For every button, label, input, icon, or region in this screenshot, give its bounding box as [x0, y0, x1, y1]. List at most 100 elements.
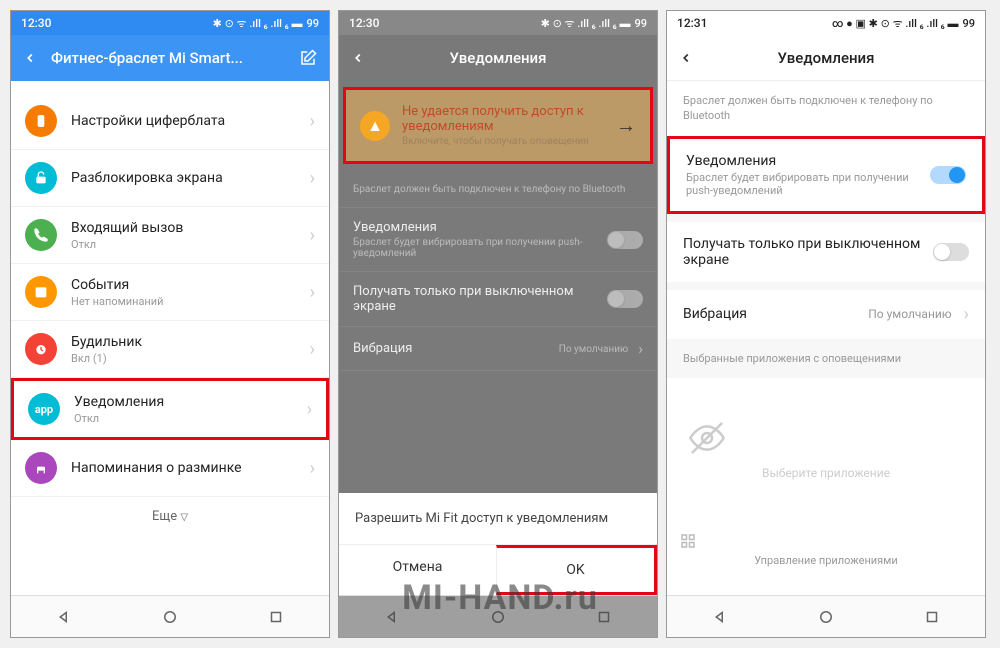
toggle: [607, 231, 643, 249]
screen-2: 12:30 ✱ ⊙ ᯤ .ıll ₆ .ıll ₆ ▬ 99 Уведомлен…: [338, 10, 658, 638]
item-label: События: [71, 277, 296, 293]
edit-icon[interactable]: [299, 49, 317, 67]
more-button[interactable]: Еще ▽: [11, 497, 329, 536]
chevron-right-icon: ›: [964, 304, 969, 325]
item-sub: Откл: [71, 238, 296, 251]
chevron-right-icon: ›: [307, 399, 312, 420]
chevron-right-icon: ›: [310, 225, 315, 246]
item-watchface[interactable]: Настройки циферблата ›: [11, 93, 329, 150]
nav-bar: [11, 595, 329, 637]
chevron-right-icon: ›: [310, 282, 315, 303]
nav-home-icon[interactable]: [161, 608, 179, 626]
item-label: Входящий вызов: [71, 220, 296, 236]
arrow-right-icon: →: [616, 113, 636, 138]
setting-value: По умолчанию: [868, 307, 951, 321]
unlock-icon: [25, 162, 57, 194]
cancel-button[interactable]: Отмена: [339, 545, 496, 595]
setting-title: Получать только при выключенном экране: [683, 236, 921, 268]
phone-icon: [25, 219, 57, 251]
row-screenoff[interactable]: Получать только при выключенном экране: [667, 222, 985, 282]
page-title: Фитнес-браслет Mi Smart...: [51, 49, 285, 67]
toggle: [607, 290, 643, 308]
nav-recent-icon[interactable]: [595, 608, 613, 626]
header: Фитнес-браслет Mi Smart...: [11, 35, 329, 81]
item-notifications[interactable]: app УведомленияОткл ›: [11, 378, 329, 440]
alert-title: Не удается получить доступ к уведомления…: [402, 104, 604, 134]
header: Уведомления: [339, 35, 657, 81]
status-icons: ✱ ⊙ ᯤ .ıll ₆ .ıll ₆ ▬ 99: [213, 16, 319, 31]
nav-home-icon[interactable]: [817, 608, 835, 626]
row-notifications[interactable]: Уведомления Браслет будет вибрировать пр…: [667, 136, 985, 214]
item-sub: Откл: [74, 412, 293, 425]
settings-list: Настройки циферблата › Разблокировка экр…: [11, 81, 329, 595]
toggle-notifications[interactable]: [930, 166, 966, 184]
setting-title: Уведомления: [686, 153, 918, 169]
header: Уведомления: [667, 35, 985, 81]
nav-back-icon[interactable]: [55, 608, 73, 626]
calendar-icon: [25, 276, 57, 308]
dialog-message: Разрешить Mi Fit доступ к уведомлениям: [339, 493, 657, 544]
grid-icon: [679, 532, 973, 550]
warning-icon: ▲: [360, 111, 390, 141]
item-call[interactable]: Входящий вызов Откл ›: [11, 207, 329, 264]
item-label: Настройки циферблата: [71, 113, 296, 129]
status-icons: ∞ ● ▣ ✱ ⊙ ᯤ .ıll ₆ .ıll ₆ ▬ 99: [832, 16, 975, 31]
item-label: Напоминания о разминке: [71, 460, 296, 476]
info-text: Браслет должен быть подключен к телефону…: [339, 170, 657, 208]
screen-1: 12:30 ✱ ⊙ ᯤ .ıll ₆ .ıll ₆ ▬ 99 Фитнес-бр…: [10, 10, 330, 638]
access-alert[interactable]: ▲ Не удается получить доступ к уведомлен…: [343, 87, 653, 164]
back-icon[interactable]: [679, 51, 693, 65]
nav-recent-icon[interactable]: [923, 608, 941, 626]
time: 12:31: [677, 16, 707, 30]
page-title: Уведомления: [707, 49, 945, 67]
section-header: Выбранные приложения с оповещениями: [667, 339, 985, 378]
chevron-right-icon: ›: [310, 168, 315, 189]
item-sub: Вкл (1): [71, 352, 296, 365]
eye-off-icon: [687, 418, 965, 458]
item-label: Будильник: [71, 334, 296, 350]
toggle-screenoff[interactable]: [933, 243, 969, 261]
page-title: Уведомления: [379, 49, 617, 67]
settings-content: Браслет должен быть подключен к телефону…: [667, 81, 985, 595]
status-bar: 12:30 ✱ ⊙ ᯤ .ıll ₆ .ıll ₆ ▬ 99: [11, 11, 329, 35]
status-icons: ✱ ⊙ ᯤ .ıll ₆ .ıll ₆ ▬ 99: [541, 16, 647, 31]
nav-bar: [339, 595, 657, 637]
item-alarm[interactable]: БудильникВкл (1) ›: [11, 321, 329, 378]
setting-title: Вибрация: [683, 306, 856, 322]
item-idle[interactable]: Напоминания о разминке ›: [11, 440, 329, 497]
row-vibration[interactable]: Вибрация По умолчанию ›: [667, 290, 985, 339]
row-notifications: УведомленияБраслет будет вибрировать при…: [339, 208, 657, 272]
nav-recent-icon[interactable]: [267, 608, 285, 626]
status-bar: 12:30 ✱ ⊙ ᯤ .ıll ₆ .ıll ₆ ▬ 99: [339, 11, 657, 35]
item-unlock[interactable]: Разблокировка экрана ›: [11, 150, 329, 207]
manage-apps-button[interactable]: Управление приложениями: [667, 520, 985, 579]
item-sub: Нет напоминаний: [71, 295, 296, 308]
back-icon[interactable]: [23, 51, 37, 65]
ok-button[interactable]: OK: [496, 545, 657, 595]
manage-label: Управление приложениями: [679, 554, 973, 567]
item-events[interactable]: События Нет напоминаний ›: [11, 264, 329, 321]
alarm-icon: [25, 333, 57, 365]
nav-back-icon[interactable]: [711, 608, 729, 626]
nav-back-icon[interactable]: [383, 608, 401, 626]
status-bar: 12:31 ∞ ● ▣ ✱ ⊙ ᯤ .ıll ₆ .ıll ₆ ▬ 99: [667, 11, 985, 35]
nav-home-icon[interactable]: [489, 608, 507, 626]
row-screenoff: Получать только при выключенном экране: [339, 272, 657, 327]
nav-bar: [667, 595, 985, 637]
screen-3: 12:31 ∞ ● ▣ ✱ ⊙ ᯤ .ıll ₆ .ıll ₆ ▬ 99 Уве…: [666, 10, 986, 638]
chevron-right-icon: ›: [310, 458, 315, 479]
empty-state: Выберите приложение: [667, 378, 985, 520]
row-vibration: Вибрация По умолчанию ›: [339, 327, 657, 371]
chevron-right-icon: ›: [310, 111, 315, 132]
bluetooth-info: Браслет должен быть подключен к телефону…: [667, 81, 985, 136]
back-icon[interactable]: [351, 51, 365, 65]
chair-icon: [25, 452, 57, 484]
permission-dialog: Разрешить Mi Fit доступ к уведомлениям О…: [339, 493, 657, 595]
time: 12:30: [349, 16, 379, 30]
watchface-icon: [25, 105, 57, 137]
alert-sub: Включите, чтобы получать оповещения: [402, 136, 604, 147]
empty-text: Выберите приложение: [687, 466, 965, 480]
setting-sub: Браслет будет вибрировать при получении …: [686, 171, 918, 197]
time: 12:30: [21, 16, 51, 30]
item-label: Разблокировка экрана: [71, 170, 296, 186]
